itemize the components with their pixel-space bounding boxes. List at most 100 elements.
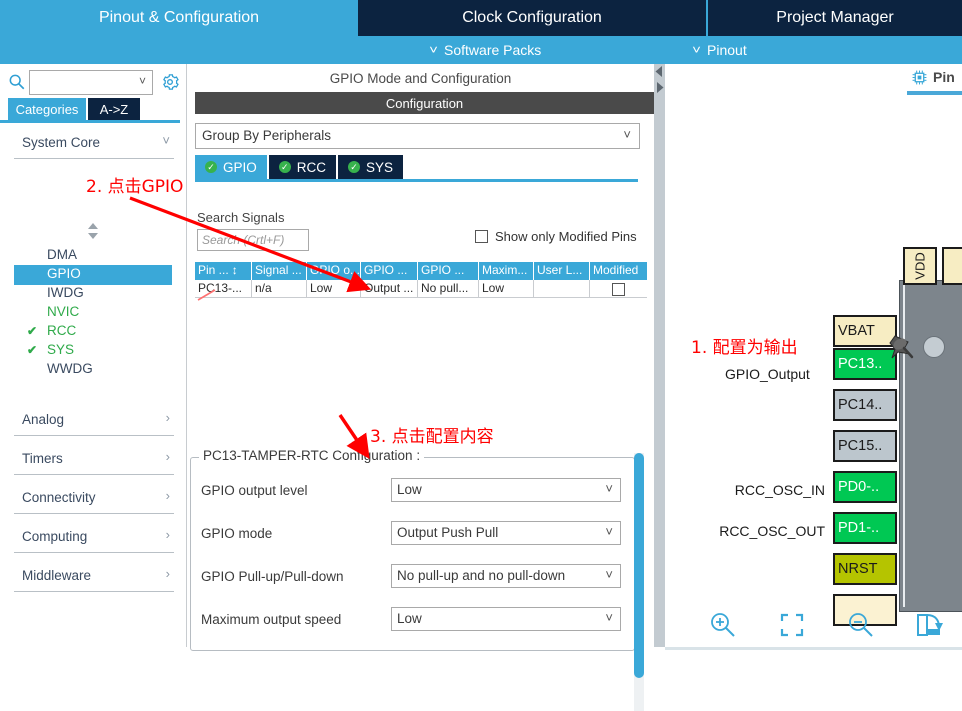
pin-configuration-legend: PC13-TAMPER-RTC Configuration : [199, 448, 425, 463]
sort-updown-icon[interactable] [86, 222, 100, 240]
sidebar-item-sys[interactable]: ✔ SYS [24, 341, 172, 361]
config-scrollbar-thumb[interactable] [634, 453, 644, 678]
sidebar-search-row: ˅ [0, 67, 186, 97]
pin-top-2[interactable] [942, 247, 962, 285]
col-header-pin-label: Pin ... [198, 263, 229, 277]
col-header-gpio-output-level-label: GPIO o... [310, 263, 361, 277]
sidebar-item-nvic[interactable]: NVIC [24, 303, 172, 323]
cell-signal[interactable]: n/a [252, 280, 307, 298]
pin-pd1[interactable]: PD1-.. [833, 512, 897, 544]
pin-pc14[interactable]: PC14.. [833, 389, 897, 421]
pin-pd0[interactable]: PD0-.. [833, 471, 897, 503]
col-header-user-label[interactable]: User L... [534, 262, 590, 280]
pin-table-header: Pin ... ↕ Signal ... GPIO o... GPIO ... G… [195, 262, 647, 280]
group-by-select[interactable]: Group By Peripherals ˅ [195, 123, 640, 149]
cell-modified[interactable] [590, 280, 647, 298]
sidebar-group-timers[interactable]: Timers › [14, 444, 174, 475]
field-gpio-pull-up-pull-down-select[interactable]: No pull-up and no pull-down ˅ [391, 564, 621, 588]
cell-maximum-speed[interactable]: Low [479, 280, 534, 298]
sort-updown-icon[interactable]: ↕ [232, 263, 238, 277]
sidebar-tab-a-to-z-label: A->Z [99, 101, 129, 117]
pin-pc15[interactable]: PC15.. [833, 430, 897, 462]
pin-pd0-signal-label: RCC_OSC_IN [734, 482, 825, 498]
chevron-down-icon[interactable]: ˅ [605, 567, 613, 582]
sidebar-tab-a-to-z[interactable]: A->Z [88, 98, 140, 120]
col-header-modified-label: Modified [593, 263, 639, 277]
sidebar-tab-categories[interactable]: Categories [8, 98, 86, 120]
zoom-out-icon[interactable] [845, 609, 877, 641]
tab-clock-configuration[interactable]: Clock Configuration [358, 0, 708, 36]
top-tab-bar: Pinout & Configuration Clock Configurati… [0, 0, 962, 36]
cell-gpio-pull[interactable]: No pull... [418, 280, 479, 298]
tab-clock-configuration-label: Clock Configuration [462, 9, 602, 26]
splitter-collapse-arrows[interactable] [654, 64, 665, 98]
chevron-down-icon[interactable]: ˅ [605, 481, 613, 496]
col-header-pin[interactable]: Pin ... ↕ [195, 262, 252, 280]
chevron-down-icon[interactable]: ˅ [139, 74, 146, 88]
sidebar-item-rcc[interactable]: ✔ RCC [24, 322, 172, 342]
sidebar-group-system-core[interactable]: System Core ˅ [14, 128, 174, 159]
peripheral-tabs-underline [195, 179, 638, 182]
annotation-step-2: 2. 点击GPIO [86, 177, 184, 197]
chevron-down-icon[interactable]: ˅ [605, 524, 613, 539]
panel-splitter[interactable] [654, 64, 665, 647]
col-header-gpio-mode[interactable]: GPIO ... [361, 262, 418, 280]
search-signals-input[interactable]: Search (Crtl+F) [197, 229, 309, 251]
sidebar-view-tabs: Categories A->Z [0, 98, 186, 120]
cell-gpio-mode[interactable]: Output ... [361, 280, 418, 298]
chevron-right-icon: › [165, 566, 170, 581]
field-gpio-pull-up-pull-down-label: GPIO Pull-up/Pull-down [201, 569, 344, 584]
chevron-down-icon: ˅ [692, 43, 701, 57]
chevron-down-icon: ˅ [429, 43, 438, 57]
field-gpio-mode-select[interactable]: Output Push Pull ˅ [391, 521, 621, 545]
tab-pinout-configuration[interactable]: Pinout & Configuration [0, 0, 358, 36]
col-header-signal[interactable]: Signal ... [252, 262, 307, 280]
col-header-gpio-pull[interactable]: GPIO ... [418, 262, 479, 280]
field-maximum-output-speed-select[interactable]: Low ˅ [391, 607, 621, 631]
tab-gpio[interactable]: ✓ GPIO [195, 155, 267, 179]
pin-vdd[interactable]: VDD [903, 247, 937, 285]
peripheral-tab-strip: ✓ GPIO ✓ RCC ✓ SYS [195, 155, 405, 179]
menu-software-packs[interactable]: ˅ Software Packs [429, 36, 541, 64]
chevron-down-icon[interactable]: ˅ [605, 610, 613, 625]
configuration-band-label: Configuration [385, 95, 464, 111]
checkbox-icon[interactable] [612, 282, 625, 296]
sidebar-group-analog[interactable]: Analog › [14, 405, 174, 436]
col-header-modified[interactable]: Modified [590, 262, 647, 280]
menu-pinout[interactable]: ˅ Pinout [692, 36, 747, 64]
sidebar-item-gpio[interactable]: GPIO [14, 265, 172, 285]
gear-icon[interactable] [160, 72, 180, 92]
sidebar-group-computing[interactable]: Computing › [14, 522, 174, 553]
table-row[interactable]: PC13-... n/a Low Output ... No pull... L… [195, 280, 647, 298]
sidebar-group-middleware[interactable]: Middleware › [14, 561, 174, 592]
field-gpio-output-level-label: GPIO output level [201, 483, 308, 498]
cell-pin[interactable]: PC13-... [195, 280, 252, 298]
search-icon[interactable] [8, 73, 26, 91]
sidebar-item-wwdg[interactable]: WWDG [24, 360, 172, 380]
tab-pinout-view[interactable]: Pin [912, 64, 955, 90]
field-maximum-output-speed-value: Low [397, 611, 422, 626]
tab-rcc[interactable]: ✓ RCC [268, 155, 337, 179]
field-gpio-output-level-select[interactable]: Low ˅ [391, 478, 621, 502]
col-header-maximum-speed[interactable]: Maxim... [479, 262, 534, 280]
zoom-in-icon[interactable] [707, 609, 739, 641]
cell-gpio-output-level[interactable]: Low [307, 280, 361, 298]
tab-sys-label: SYS [366, 159, 394, 175]
field-gpio-mode-label: GPIO mode [201, 526, 273, 541]
tab-project-manager[interactable]: Project Manager [708, 0, 962, 36]
pin-nrst[interactable]: NRST [833, 553, 897, 585]
field-gpio-mode: GPIO mode Output Push Pull ˅ [187, 521, 630, 549]
fit-screen-icon[interactable] [776, 609, 808, 641]
sidebar-group-connectivity[interactable]: Connectivity › [14, 483, 174, 514]
col-header-gpio-output-level[interactable]: GPIO o... [307, 262, 361, 280]
tab-sys[interactable]: ✓ SYS [338, 155, 404, 179]
sidebar-item-iwdg[interactable]: IWDG [24, 284, 172, 304]
cell-user-label[interactable] [534, 280, 590, 298]
export-image-icon[interactable] [913, 609, 945, 641]
field-maximum-output-speed-label: Maximum output speed [201, 612, 342, 627]
pin-pd1-signal-label: RCC_OSC_OUT [719, 523, 825, 539]
sidebar-item-dma[interactable]: DMA [24, 246, 172, 266]
chevron-down-icon[interactable]: ˅ [623, 127, 631, 142]
sidebar-search-input[interactable]: ˅ [29, 70, 153, 95]
show-only-modified-pins-checkbox[interactable]: Show only Modified Pins [475, 229, 637, 244]
